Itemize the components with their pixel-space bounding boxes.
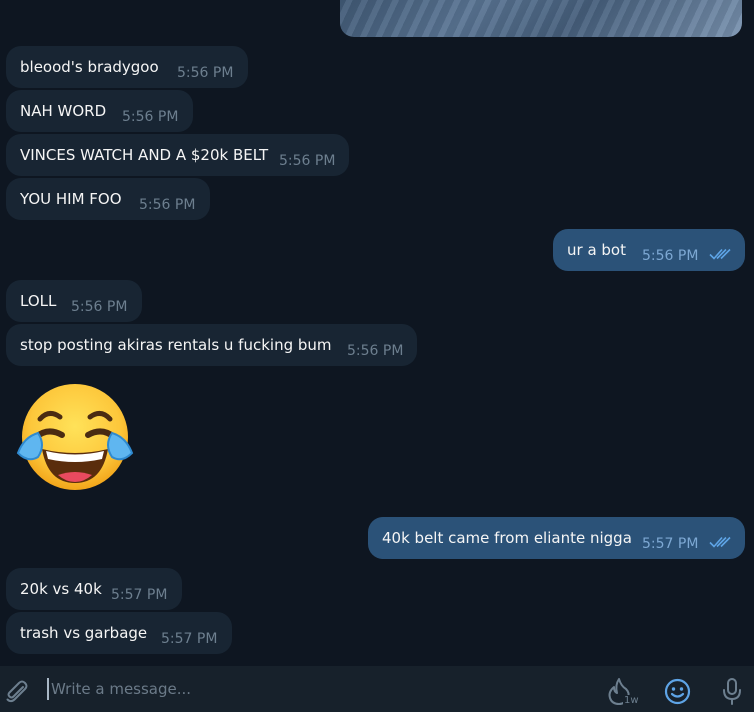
message-bubble[interactable]: trash vs garbage 5:57 PM <box>6 612 232 654</box>
chat-history[interactable]: bleood's bradygoo 5:56 PM NAH WORD 5:56 … <box>0 0 754 666</box>
message-bubble-outgoing[interactable]: ur a bot 5:56 PM <box>553 229 745 271</box>
message-time: 5:57 PM <box>642 536 699 552</box>
smiley-icon[interactable] <box>664 678 691 705</box>
message-composer: Write a message... 1w <box>0 666 754 712</box>
message-input[interactable]: Write a message... <box>51 680 191 698</box>
paperclip-icon[interactable] <box>4 679 30 705</box>
read-checks-icon <box>709 248 731 260</box>
message-time: 5:57 PM <box>111 587 168 603</box>
message-text: LOLL <box>20 292 57 310</box>
message-time: 5:57 PM <box>161 631 218 647</box>
message-time: 5:56 PM <box>279 153 336 169</box>
message-text: trash vs garbage <box>20 624 148 642</box>
read-checks-icon <box>709 536 731 548</box>
message-text: stop posting akiras rentals u fucking bu… <box>20 336 332 354</box>
message-bubble[interactable]: VINCES WATCH AND A $20k BELT 5:56 PM <box>6 134 349 176</box>
message-text: bleood's bradygoo <box>20 58 159 76</box>
message-text: YOU HIM FOO <box>20 190 122 208</box>
message-bubble[interactable]: stop posting akiras rentals u fucking bu… <box>6 324 417 366</box>
message-time: 5:56 PM <box>642 248 699 264</box>
message-time: 5:56 PM <box>122 109 179 125</box>
message-time: 5:56 PM <box>177 65 234 81</box>
message-text: VINCES WATCH AND A $20k BELT <box>20 146 269 164</box>
message-bubble[interactable]: YOU HIM FOO 5:56 PM <box>6 178 210 220</box>
message-text: 20k vs 40k <box>20 580 102 598</box>
bot-commands-button[interactable]: 1w <box>606 677 640 707</box>
tears-of-joy-emoji-icon[interactable] <box>16 383 134 493</box>
message-time: 5:56 PM <box>71 299 128 315</box>
message-time: 5:56 PM <box>139 197 196 213</box>
message-bubble[interactable]: LOLL 5:56 PM <box>6 280 142 322</box>
message-text: ur a bot <box>567 241 626 259</box>
message-bubble[interactable]: bleood's bradygoo 5:56 PM <box>6 46 248 88</box>
message-bubble[interactable]: 20k vs 40k 5:57 PM <box>6 568 182 610</box>
message-time: 5:56 PM <box>347 343 404 359</box>
microphone-icon[interactable] <box>722 677 742 706</box>
message-text: NAH WORD <box>20 102 107 120</box>
message-bubble-outgoing[interactable]: 40k belt came from eliante nigga 5:57 PM <box>368 517 745 559</box>
message-text: 40k belt came from eliante nigga <box>382 529 632 547</box>
text-caret <box>47 678 49 700</box>
photo-message[interactable] <box>340 0 742 37</box>
message-bubble[interactable]: NAH WORD 5:56 PM <box>6 90 193 132</box>
bot-commands-badge: 1w <box>623 695 640 706</box>
